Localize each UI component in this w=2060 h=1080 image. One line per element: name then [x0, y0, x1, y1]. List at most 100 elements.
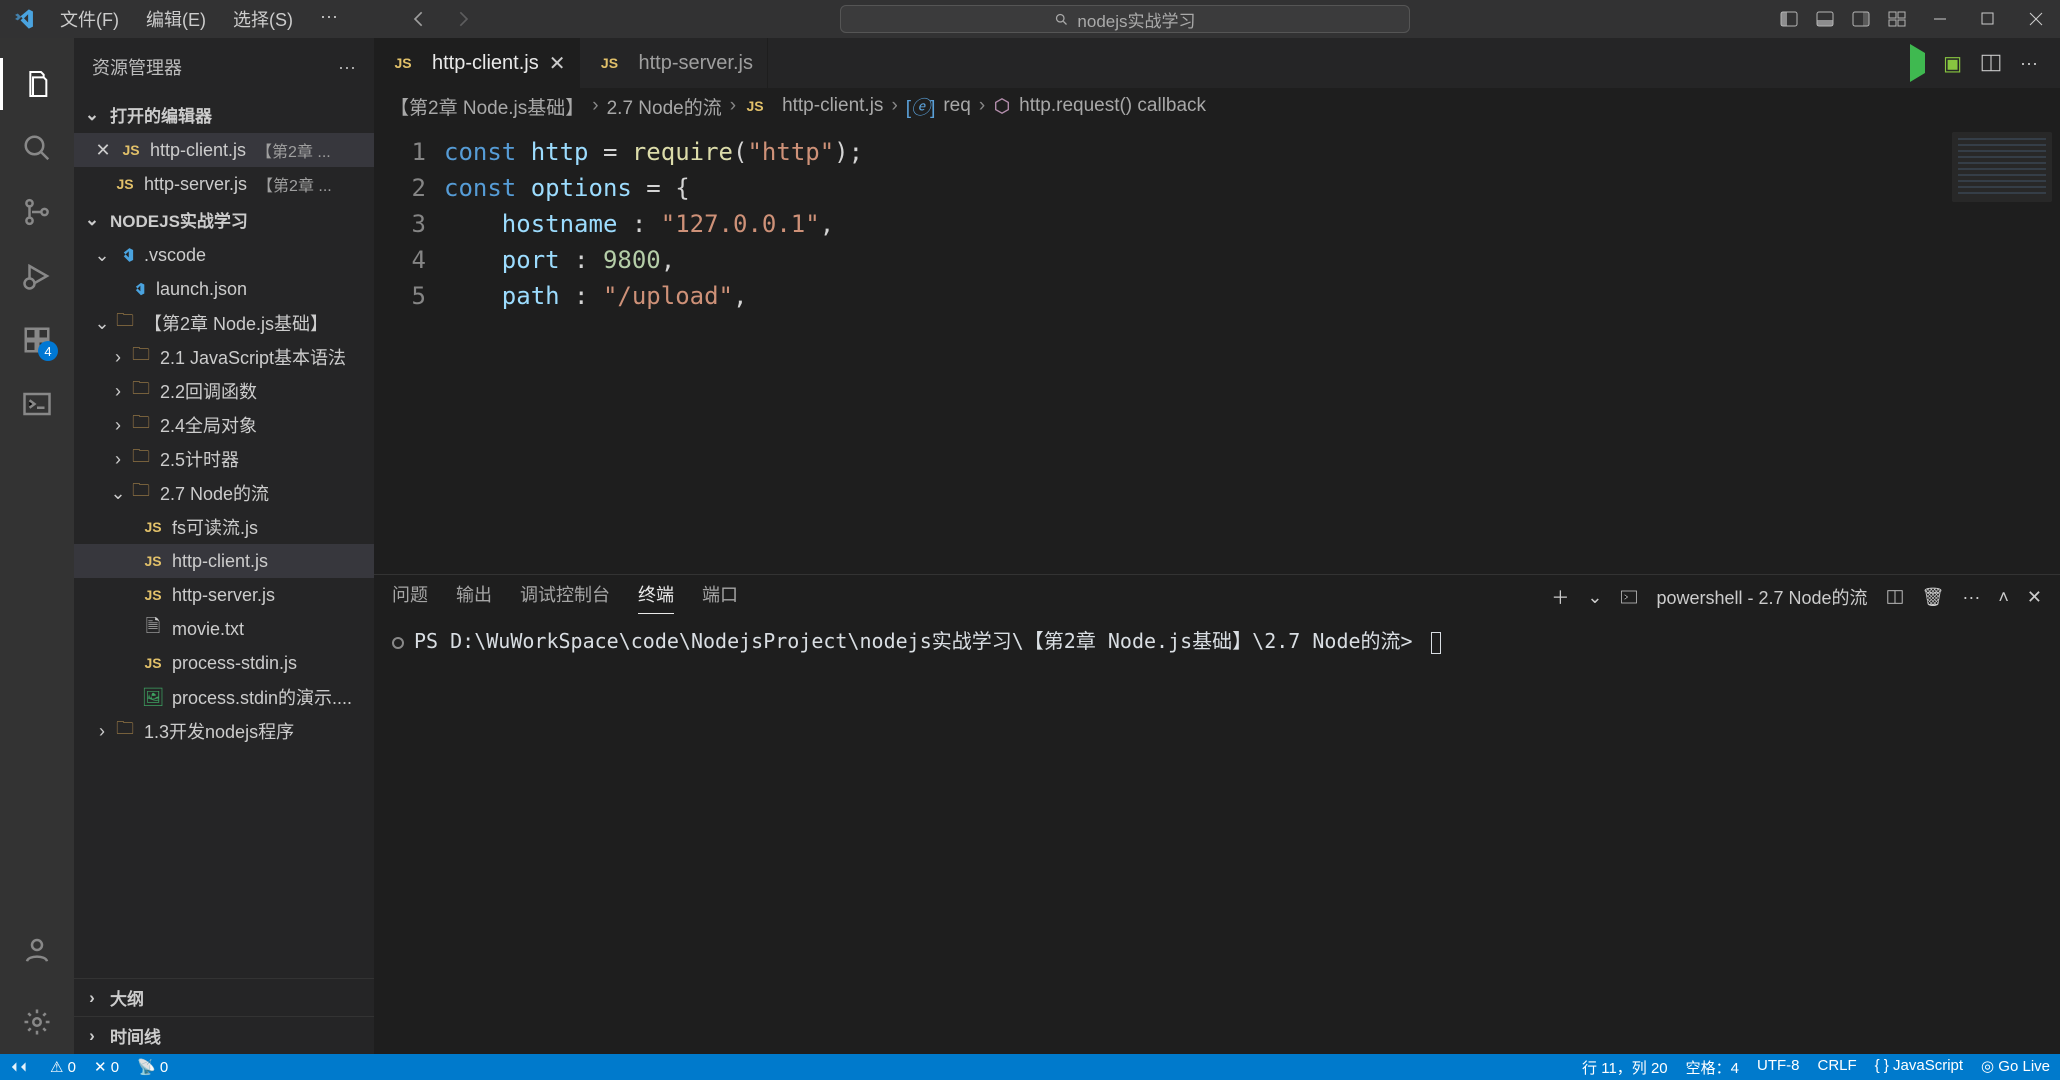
- folder-icon: 🗀: [130, 346, 152, 368]
- file-hint: 【第2章 ...: [257, 172, 332, 196]
- tree-file[interactable]: JShttp-server.js: [74, 578, 374, 612]
- panel-tab-ports[interactable]: 端口: [702, 581, 738, 613]
- workspace-header[interactable]: ⌄ NODEJS实战学习: [74, 201, 374, 238]
- code-content[interactable]: const http = require("http"); const opti…: [444, 124, 2060, 574]
- window-maximize-icon[interactable]: [1964, 0, 2012, 38]
- customize-layout-icon[interactable]: [1886, 8, 1908, 30]
- tree-folder[interactable]: ›🗀2.4全局对象: [74, 408, 374, 442]
- tree-folder[interactable]: ›🗀1.3开发nodejs程序: [74, 714, 374, 748]
- js-file-icon: JS: [120, 139, 142, 161]
- breadcrumb-item[interactable]: http-client.js: [782, 95, 883, 117]
- tree-folder[interactable]: ›🗀2.5计时器: [74, 442, 374, 476]
- editor-tab[interactable]: JS http-server.js: [580, 38, 767, 88]
- tree-folder[interactable]: ⌄.vscode: [74, 238, 374, 272]
- status-golive[interactable]: ◎ Go Live: [1981, 1057, 2050, 1078]
- chevron-down-icon: ⌄: [92, 245, 112, 265]
- activity-extensions-icon[interactable]: 4: [0, 308, 74, 372]
- breadcrumb[interactable]: 【第2章 Node.js基础】› 2.7 Node的流› JS http-cli…: [374, 88, 2060, 124]
- editor-more-icon[interactable]: ···: [2020, 53, 2038, 74]
- breadcrumb-item[interactable]: http.request() callback: [1019, 95, 1206, 117]
- vscode-folder-icon: [114, 244, 136, 266]
- search-text: nodejs实战学习: [1077, 7, 1195, 32]
- tree-folder[interactable]: ⌄🗀【第2章 Node.js基础】: [74, 306, 374, 340]
- editor-tab[interactable]: JS http-client.js ✕: [374, 38, 580, 88]
- activity-explorer-icon[interactable]: [0, 52, 74, 116]
- activity-search-icon[interactable]: [0, 116, 74, 180]
- open-editor-row[interactable]: JS http-server.js 【第2章 ...: [74, 167, 374, 201]
- panel-tab-terminal[interactable]: 终端: [638, 581, 674, 614]
- tree-folder[interactable]: ›🗀2.2回调函数: [74, 374, 374, 408]
- panel-more-icon[interactable]: ···: [1962, 587, 1980, 608]
- activity-account-icon[interactable]: [0, 918, 74, 982]
- status-remote-icon[interactable]: [10, 1059, 32, 1075]
- new-terminal-icon[interactable]: ＋: [1551, 584, 1569, 610]
- window-minimize-icon[interactable]: [1916, 0, 1964, 38]
- status-indent[interactable]: 空格：4: [1686, 1057, 1739, 1078]
- open-editor-row[interactable]: ✕ JS http-client.js 【第2章 ...: [74, 133, 374, 167]
- status-eol[interactable]: CRLF: [1817, 1057, 1856, 1078]
- panel-tab-output[interactable]: 输出: [456, 581, 492, 613]
- toggle-panel-left-icon[interactable]: [1778, 8, 1800, 30]
- terminal-body[interactable]: PS D:\WuWorkSpace\code\NodejsProject\nod…: [374, 619, 2060, 1054]
- nav-forward-icon[interactable]: [452, 9, 472, 29]
- android-icon[interactable]: ▣: [1943, 51, 1962, 76]
- folder-icon: 🗀: [114, 720, 136, 742]
- status-cursor-pos[interactable]: 行 11，列 20: [1582, 1057, 1668, 1078]
- split-editor-icon[interactable]: [1980, 52, 2002, 74]
- code-editor[interactable]: 12345 const http = require("http"); cons…: [374, 124, 2060, 574]
- panel: 问题 输出 调试控制台 终端 端口 ＋ ⌄ powershell - 2.7 N…: [374, 574, 2060, 1054]
- timeline-section[interactable]: › 时间线: [74, 1016, 374, 1054]
- command-center-search[interactable]: nodejs实战学习: [840, 5, 1410, 33]
- tab-close-icon[interactable]: ✕: [549, 51, 566, 76]
- terminal-dropdown-icon[interactable]: ⌄: [1587, 587, 1602, 608]
- tree-file[interactable]: JSfs可读流.js: [74, 510, 374, 544]
- toggle-panel-right-icon[interactable]: [1850, 8, 1872, 30]
- chevron-right-icon: ›: [108, 415, 128, 435]
- history-nav: [410, 9, 472, 29]
- chevron-down-icon: ⌄: [108, 483, 128, 503]
- tree-file[interactable]: 🖼process.stdin的演示....: [74, 680, 374, 714]
- terminal-prompt: PS D:\WuWorkSpace\code\NodejsProject\nod…: [414, 629, 1425, 653]
- activity-terminal-icon[interactable]: [0, 372, 74, 436]
- status-errors[interactable]: ⚠ 0: [50, 1058, 76, 1076]
- status-port[interactable]: 📡 0: [137, 1058, 168, 1076]
- menu-file[interactable]: 文件(F): [48, 2, 131, 36]
- status-warnings[interactable]: ✕ 0: [94, 1058, 119, 1076]
- tree-folder[interactable]: ⌄🗀2.7 Node的流: [74, 476, 374, 510]
- activity-settings-icon[interactable]: [0, 990, 74, 1054]
- open-editors-header[interactable]: ⌄ 打开的编辑器: [74, 96, 374, 133]
- tree-file[interactable]: 🗎movie.txt: [74, 612, 374, 646]
- minimap[interactable]: [1952, 132, 2052, 202]
- panel-maximize-icon[interactable]: ˄: [1998, 587, 2009, 608]
- activity-scm-icon[interactable]: [0, 180, 74, 244]
- panel-close-icon[interactable]: ✕: [2027, 587, 2042, 608]
- layout-controls: [1778, 8, 1908, 30]
- panel-tab-debugconsole[interactable]: 调试控制台: [520, 581, 610, 613]
- nav-back-icon[interactable]: [410, 9, 430, 29]
- status-encoding[interactable]: UTF-8: [1757, 1057, 1800, 1078]
- breadcrumb-item[interactable]: req: [943, 95, 970, 117]
- run-button-icon[interactable]: [1910, 53, 1925, 74]
- tree-folder[interactable]: ›🗀2.1 JavaScript基本语法: [74, 340, 374, 374]
- kill-terminal-icon[interactable]: 🗑: [1922, 587, 1945, 608]
- activity-debug-icon[interactable]: [0, 244, 74, 308]
- split-terminal-icon[interactable]: [1886, 588, 1904, 606]
- tree-file[interactable]: JShttp-client.js: [74, 544, 374, 578]
- tree-file[interactable]: JSprocess-stdin.js: [74, 646, 374, 680]
- js-file-icon: JS: [598, 52, 620, 74]
- toggle-panel-bottom-icon[interactable]: [1814, 8, 1836, 30]
- menu-select[interactable]: 选择(S): [221, 2, 305, 36]
- menu-edit[interactable]: 编辑(E): [134, 2, 218, 36]
- outline-section[interactable]: › 大纲: [74, 978, 374, 1016]
- window-close-icon[interactable]: [2012, 0, 2060, 38]
- terminal-shell-label[interactable]: powershell - 2.7 Node的流: [1656, 584, 1867, 610]
- breadcrumb-item[interactable]: 【第2章 Node.js基础】: [390, 93, 584, 120]
- status-language[interactable]: { } JavaScript: [1875, 1057, 1963, 1078]
- panel-tab-problems[interactable]: 问题: [392, 581, 428, 613]
- menu-more[interactable]: ···: [308, 2, 350, 36]
- tree-file[interactable]: launch.json: [74, 272, 374, 306]
- explorer-sidebar: 资源管理器 ··· ⌄ 打开的编辑器 ✕ JS http-client.js 【…: [74, 38, 374, 1054]
- sidebar-more-icon[interactable]: ···: [338, 57, 356, 78]
- close-icon[interactable]: ✕: [92, 140, 114, 161]
- breadcrumb-item[interactable]: 2.7 Node的流: [607, 93, 722, 120]
